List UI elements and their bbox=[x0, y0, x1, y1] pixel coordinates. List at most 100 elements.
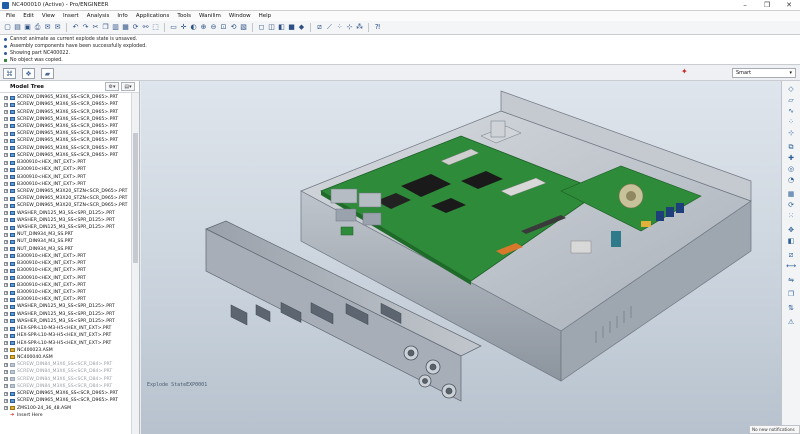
expand-icon[interactable]: + bbox=[4, 341, 8, 346]
context-help-icon[interactable]: ⁈ bbox=[373, 23, 382, 32]
interference-icon[interactable]: ⚠ bbox=[786, 318, 796, 327]
datum-points-icon[interactable]: ⁘ bbox=[335, 23, 344, 32]
tree-item[interactable]: + WASHER_DIN125_M3_SS<SPR_D125>.PRT bbox=[0, 217, 130, 224]
menu-analysis[interactable]: Analysis bbox=[83, 13, 114, 19]
menu-help[interactable]: Help bbox=[255, 13, 276, 19]
cut-icon[interactable]: ✂ bbox=[91, 23, 100, 32]
expand-icon[interactable]: + bbox=[4, 102, 8, 107]
annotations-icon[interactable]: ⁂ bbox=[355, 23, 364, 32]
zoom-out-icon[interactable]: ⊖ bbox=[209, 23, 218, 32]
expand-icon[interactable]: + bbox=[4, 232, 8, 237]
tree-item[interactable]: + SCREW_DIN965_M3X20_STZN<SCR_D965>.PRT bbox=[0, 202, 130, 209]
expand-icon[interactable]: + bbox=[4, 225, 8, 230]
expand-icon[interactable]: + bbox=[4, 333, 8, 338]
tree-item[interactable]: + B300910<HEX_INT_EXT>.PRT bbox=[0, 282, 130, 289]
tree-item[interactable]: + NUT_DIN934_M3_SS.PRT bbox=[0, 246, 130, 253]
shading-icon[interactable]: ■ bbox=[287, 23, 296, 32]
tree-item[interactable]: + SCREW_DIN965_M3X6_SS<SCR_D965>.PRT bbox=[0, 397, 130, 404]
no-hidden-icon[interactable]: ◧ bbox=[277, 23, 286, 32]
datum-axis-icon[interactable]: ▱ bbox=[786, 96, 796, 105]
regenerate-icon[interactable]: ⟳ bbox=[131, 23, 140, 32]
tab-favorites[interactable]: ▰ bbox=[41, 68, 54, 79]
tree-item[interactable]: + SCREW_DIN84_M3X6_SS<SCR_D84>.PRT bbox=[0, 368, 130, 375]
tree-item[interactable]: + SCREW_DIN965_M3X6_SS<SCR_D965>.PRT bbox=[0, 101, 130, 108]
package-icon[interactable]: ▦ bbox=[786, 190, 796, 199]
tree-item[interactable]: + SCREW_DIN965_M3X6_SS<SCR_D965>.PRT bbox=[0, 137, 130, 144]
create-component-icon[interactable]: ✚ bbox=[786, 154, 796, 163]
expand-icon[interactable]: + bbox=[4, 369, 8, 374]
expand-icon[interactable]: + bbox=[4, 391, 8, 396]
restructure-icon[interactable]: ⇅ bbox=[786, 304, 796, 313]
tree-item[interactable]: + SCREW_DIN84_M3X6_SS<SCR_D84>.PRT bbox=[0, 376, 130, 383]
mirror-icon[interactable]: ⇋ bbox=[786, 276, 796, 285]
expand-icon[interactable]: + bbox=[4, 362, 8, 367]
expand-icon[interactable]: + bbox=[4, 131, 8, 136]
email-icon[interactable]: ✉ bbox=[43, 23, 52, 32]
tab-model-tree[interactable]: ⌘ bbox=[3, 68, 16, 79]
expand-icon[interactable]: + bbox=[4, 218, 8, 223]
datum-axes-icon[interactable]: ⟋ bbox=[325, 23, 334, 32]
tree-item[interactable]: + WASHER_DIN125_M3_SS<SPR_D125>.PRT bbox=[0, 318, 130, 325]
menu-insert[interactable]: Insert bbox=[59, 13, 83, 19]
scrollbar-thumb[interactable] bbox=[133, 133, 138, 263]
expand-icon[interactable]: + bbox=[4, 297, 8, 302]
tree-item[interactable]: + B300910<HEX_INT_EXT>.PRT bbox=[0, 274, 130, 281]
tree-item[interactable]: + B300910<HEX_INT_EXT>.PRT bbox=[0, 267, 130, 274]
redo-icon[interactable]: ↷ bbox=[81, 23, 90, 32]
expand-icon[interactable]: + bbox=[4, 138, 8, 143]
expand-icon[interactable]: + bbox=[4, 283, 8, 288]
menu-info[interactable]: Info bbox=[113, 13, 131, 19]
tab-layers[interactable]: ❖ bbox=[22, 68, 35, 79]
cross-section-icon[interactable]: ⧄ bbox=[786, 251, 796, 260]
coordinate-systems-icon[interactable]: ⊹ bbox=[345, 23, 354, 32]
pattern-icon[interactable]: ⁙ bbox=[786, 212, 796, 221]
expand-icon[interactable]: + bbox=[4, 167, 8, 172]
tree-item[interactable]: + B300910<HEX_INT_EXT>.PRT bbox=[0, 289, 130, 296]
expand-icon[interactable]: + bbox=[4, 146, 8, 151]
expand-icon[interactable]: + bbox=[4, 312, 8, 317]
datum-point-icon[interactable]: ⁘ bbox=[786, 118, 796, 127]
expand-icon[interactable]: + bbox=[4, 203, 8, 208]
tree-item[interactable]: + SCREW_DIN965_M3X6_SS<SCR_D965>.PRT bbox=[0, 152, 130, 159]
tree-item[interactable]: + SCREW_DIN965_M3X6_SS<SCR_D965>.PRT bbox=[0, 145, 130, 152]
save-icon[interactable]: ▣ bbox=[23, 23, 32, 32]
tree-item[interactable]: + HEX-SPR-L10-M3-H5<HEX_INT_EXT>.PRT bbox=[0, 339, 130, 346]
expand-icon[interactable]: + bbox=[4, 348, 8, 353]
undo-icon[interactable]: ↶ bbox=[71, 23, 80, 32]
tree-item[interactable]: + WASHER_DIN125_M3_SS<SPR_D125>.PRT bbox=[0, 210, 130, 217]
tree-item[interactable]: + SCREW_DIN965_M3X6_SS<SCR_D965>.PRT bbox=[0, 390, 130, 397]
orient-mode-icon[interactable]: ◐ bbox=[189, 23, 198, 32]
datum-plane-icon[interactable]: ◇ bbox=[786, 85, 796, 94]
tree-item[interactable]: + SCREW_DIN965_M3X6_SS<SCR_D965>.PRT bbox=[0, 123, 130, 130]
binoculars-icon[interactable]: ⚯ bbox=[141, 23, 150, 32]
spin-center-icon[interactable]: ✛ bbox=[179, 23, 188, 32]
tree-item[interactable]: + B300910<HEX_INT_EXT>.PRT bbox=[0, 166, 130, 173]
menu-view[interactable]: View bbox=[38, 13, 59, 19]
enhanced-realism-icon[interactable]: ◆ bbox=[297, 23, 306, 32]
expand-icon[interactable]: + bbox=[4, 95, 8, 100]
expand-icon[interactable]: + bbox=[4, 355, 8, 360]
tree-item[interactable]: + NUT_DIN934_M3_SS.PRT bbox=[0, 238, 130, 245]
expand-icon[interactable]: + bbox=[4, 211, 8, 216]
tree-item[interactable]: + NC400023.ASM bbox=[0, 347, 130, 354]
expand-icon[interactable]: + bbox=[4, 261, 8, 266]
menu-applications[interactable]: Applications bbox=[132, 13, 174, 19]
email-link-icon[interactable]: ✉ bbox=[53, 23, 62, 32]
tree-item[interactable]: + ZMS100-24_36_48.ASM bbox=[0, 404, 130, 411]
expand-icon[interactable]: + bbox=[4, 326, 8, 331]
copy-geom-icon[interactable]: ❐ bbox=[786, 290, 796, 299]
tree-item[interactable]: + B300910<HEX_INT_EXT>.PRT bbox=[0, 260, 130, 267]
sketch-icon[interactable]: ∿ bbox=[786, 107, 796, 116]
assemble-icon[interactable]: ⧉ bbox=[786, 143, 796, 152]
expand-icon[interactable]: + bbox=[4, 196, 8, 201]
tree-item[interactable]: + WASHER_DIN125_M3_SS<SPR_D125>.PRT bbox=[0, 311, 130, 318]
model-tree-scrollbar[interactable] bbox=[131, 93, 139, 434]
close-button[interactable]: ✕ bbox=[778, 0, 800, 11]
round-icon[interactable]: ◔ bbox=[786, 176, 796, 185]
wireframe-icon[interactable]: ◻ bbox=[257, 23, 266, 32]
tree-item[interactable]: + SCREW_DIN84_M3X6_SS<SCR_D84>.PRT bbox=[0, 383, 130, 390]
expand-icon[interactable]: + bbox=[4, 377, 8, 382]
tree-item[interactable]: + B300910<HEX_INT_EXT>.PRT bbox=[0, 181, 130, 188]
minimize-button[interactable]: – bbox=[734, 0, 756, 11]
open-folder-icon[interactable]: ▤ bbox=[13, 23, 22, 32]
